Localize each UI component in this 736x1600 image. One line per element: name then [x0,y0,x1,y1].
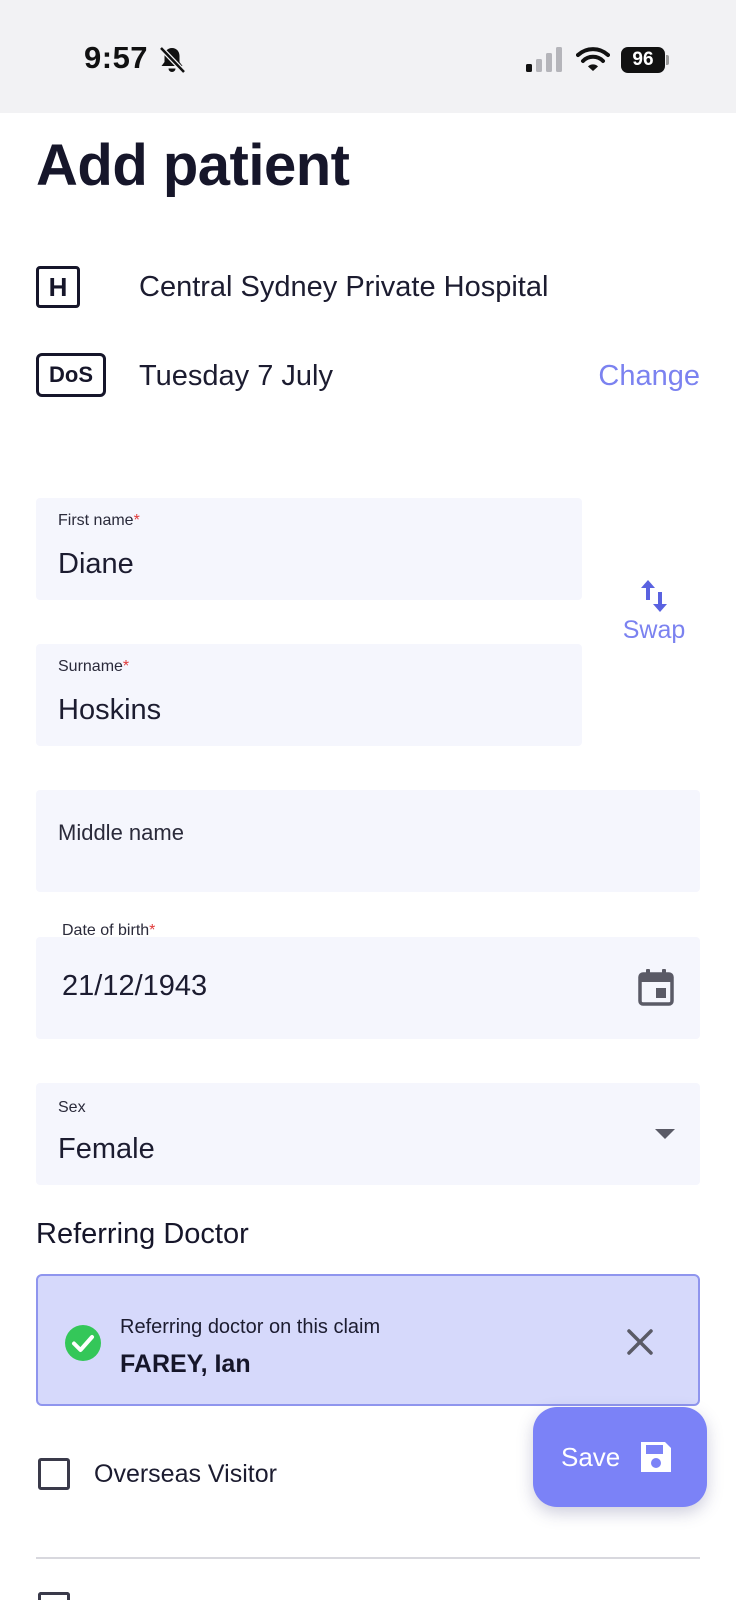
wifi-icon [576,47,610,71]
next-checkbox[interactable] [38,1592,70,1600]
hospital-row: H Central Sydney Private Hospital [36,261,700,311]
referring-doctor-heading: Referring Doctor [36,1218,249,1250]
date-of-service-row: DoS Tuesday 7 July Change [36,350,700,400]
dob-value: 21/12/1943 [62,970,208,1002]
sex-label: Sex [58,1099,86,1116]
sex-select[interactable]: Sex Female [36,1083,700,1185]
surname-field[interactable]: Surname* Hoskins [36,644,582,746]
middle-name-placeholder: Middle name [58,820,184,845]
swap-arrows-icon [641,580,667,612]
swap-names-button[interactable]: Swap [606,578,702,658]
referring-doctor-name: FAREY, Ian [120,1350,251,1378]
hospital-name: Central Sydney Private Hospital [139,271,549,303]
floppy-disk-icon [641,1442,671,1472]
check-circle-icon [65,1325,101,1361]
overseas-visitor-row[interactable]: Overseas Visitor [36,1456,496,1496]
first-name-value: Diane [58,548,134,580]
first-name-field[interactable]: First name* Diane [36,498,582,600]
first-name-label: First name* [58,512,140,530]
save-button[interactable]: Save [533,1407,707,1507]
sex-value: Female [58,1133,155,1165]
dos-icon: DoS [36,353,106,397]
battery-level: 96 [621,47,665,73]
status-time: 9:57 [84,40,149,75]
first-name-label-text: First name [58,512,134,529]
close-icon[interactable] [626,1328,654,1356]
page-title: Add patient [36,133,350,198]
calendar-icon[interactable] [636,967,676,1007]
required-mark: * [133,512,140,529]
referring-doctor-caption: Referring doctor on this claim [120,1316,381,1338]
signal-icon [526,47,562,72]
surname-value: Hoskins [58,694,162,726]
required-mark: * [122,658,130,675]
hospital-icon: H [36,266,80,308]
service-date: Tuesday 7 July [139,360,333,392]
chevron-down-icon [655,1129,675,1139]
divider [36,1557,700,1559]
swap-label: Swap [622,616,686,644]
dob-field[interactable]: 21/12/1943 [36,937,700,1039]
battery-tip [666,55,669,65]
referring-doctor-card[interactable]: Referring doctor on this claim FAREY, Ia… [36,1274,700,1406]
surname-label-text: Surname [58,658,123,675]
change-date-link[interactable]: Change [598,360,700,393]
middle-name-field[interactable]: Middle name [36,790,700,892]
surname-label: Surname* [58,658,129,676]
overseas-visitor-checkbox[interactable] [38,1458,70,1490]
bell-muted-icon [159,46,186,74]
save-label: Save [561,1442,621,1472]
overseas-visitor-label: Overseas Visitor [94,1460,277,1488]
status-bar: 9:57 96 [0,0,736,113]
battery-icon: 96 [621,47,669,73]
